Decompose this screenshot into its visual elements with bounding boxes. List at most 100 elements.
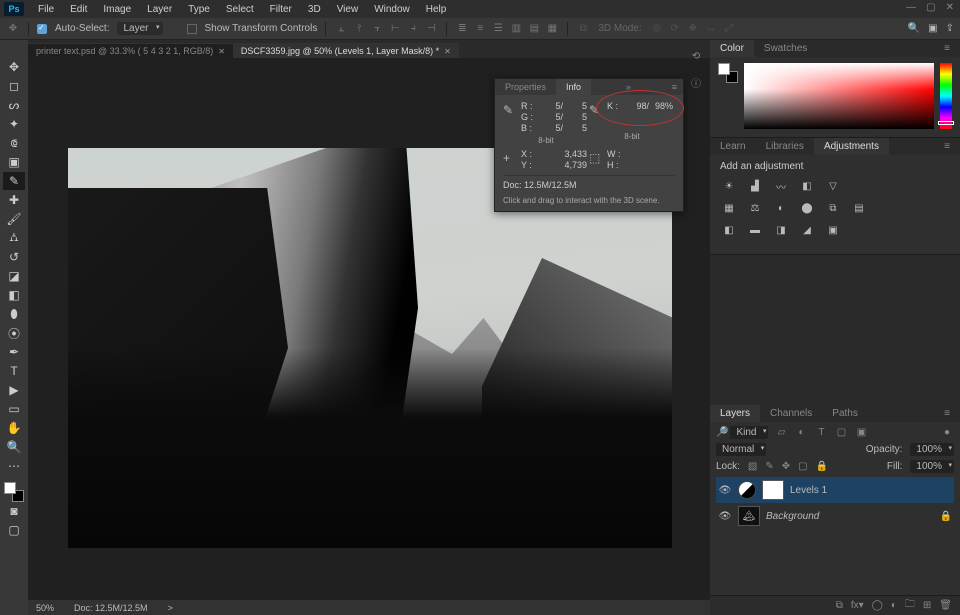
menu-filter[interactable]: Filter <box>262 2 300 17</box>
info-panel[interactable]: Properties Info » ≡ ✎ R :5/5 G :5/5 B :5… <box>494 78 684 212</box>
exposure-icon[interactable]: ◧ <box>798 178 816 194</box>
marquee-tool[interactable]: ◻ <box>3 77 25 95</box>
align-hcenter-icon[interactable]: ⫞ <box>406 22 420 36</box>
channel-mixer-icon[interactable]: ⧉ <box>824 200 842 216</box>
filter-smart-icon[interactable]: ▣ <box>854 427 868 439</box>
path-select-tool[interactable]: ▶ <box>3 381 25 399</box>
filter-adjust-icon[interactable]: ◐ <box>794 427 808 439</box>
align-top-icon[interactable]: ⫠ <box>334 22 348 36</box>
history-panel-icon[interactable]: ⟲ <box>685 46 707 66</box>
tab-swatches[interactable]: Swatches <box>754 40 817 57</box>
minimize-icon[interactable]: — <box>906 2 916 13</box>
auto-select-checkbox[interactable] <box>37 24 47 34</box>
tab-layers[interactable]: Layers <box>710 405 760 422</box>
posterize-icon[interactable]: ▬ <box>746 222 764 238</box>
invert-icon[interactable]: ◧ <box>720 222 738 238</box>
tab-adjustments[interactable]: Adjustments <box>814 138 889 155</box>
tab-dscf3359[interactable]: DSCF3359.jpg @ 50% (Levels 1, Layer Mask… <box>233 43 459 58</box>
layer-levels-1[interactable]: 👁 Levels 1 <box>716 477 954 503</box>
layer-mask-thumb[interactable] <box>762 480 784 500</box>
link-layers-icon[interactable]: ⧉ <box>836 600 843 611</box>
delete-icon[interactable]: 🗑 <box>939 600 952 611</box>
lock-all-icon[interactable]: 🔒 <box>816 461 828 472</box>
search-icon[interactable]: 🔍 <box>908 23 920 34</box>
menu-layer[interactable]: Layer <box>139 2 180 17</box>
filter-toggle-icon[interactable]: ● <box>940 427 954 439</box>
filter-pixel-icon[interactable]: ▱ <box>774 427 788 439</box>
close-icon[interactable]: ✕ <box>218 47 225 56</box>
hsl-icon[interactable]: ▦ <box>720 200 738 216</box>
gradient-tool[interactable]: ◧ <box>3 286 25 304</box>
align-vcenter-icon[interactable]: ⫯ <box>352 22 366 36</box>
layer-name[interactable]: Background <box>766 511 934 522</box>
blend-mode-select[interactable]: Normal <box>716 443 766 456</box>
lasso-tool[interactable]: ᔕ <box>3 96 25 114</box>
hue-slider[interactable] <box>940 63 952 129</box>
show-transform-checkbox[interactable] <box>187 24 197 34</box>
tab-printer-text[interactable]: printer text.psd @ 33.3% ( 5 4 3 2 1, RG… <box>28 43 233 58</box>
layer-background[interactable]: 👁 🏔 Background 🔒 <box>716 503 954 529</box>
bw-icon[interactable]: ◐ <box>772 200 790 216</box>
color-lookup-icon[interactable]: ▤ <box>850 200 868 216</box>
pen-tool[interactable]: ✒ <box>3 343 25 361</box>
brush-tool[interactable]: 🖌 <box>3 210 25 228</box>
new-group-icon[interactable]: 🗀 <box>905 597 915 614</box>
color-picker-field[interactable] <box>744 63 934 129</box>
doc-size[interactable]: Doc: 12.5M/12.5M <box>74 603 148 613</box>
info-panel-icon[interactable]: ⓘ <box>685 72 707 92</box>
more-tools[interactable]: ⋯ <box>3 457 25 475</box>
eraser-tool[interactable]: ◪ <box>3 267 25 285</box>
tab-paths[interactable]: Paths <box>822 405 868 422</box>
zoom-tool[interactable]: 🔍 <box>3 438 25 456</box>
shape-tool[interactable]: ▭ <box>3 400 25 418</box>
panel-collapse-icon[interactable]: » <box>620 79 637 95</box>
mask-icon[interactable]: ◯ <box>872 600 883 611</box>
fg-bg-swatches[interactable] <box>4 482 24 502</box>
maximize-icon[interactable]: ▢ <box>926 2 935 13</box>
lock-icon[interactable]: 🔒 <box>940 511 952 522</box>
selective-color-icon[interactable]: ▣ <box>824 222 842 238</box>
zoom-value[interactable]: 50% <box>36 603 54 613</box>
history-brush-tool[interactable]: ↺ <box>3 248 25 266</box>
tab-libraries[interactable]: Libraries <box>756 138 814 155</box>
type-tool[interactable]: T <box>3 362 25 380</box>
align-right-icon[interactable]: ⊣ <box>424 22 438 36</box>
screen-mode-icon[interactable]: ▢ <box>3 521 25 539</box>
threshold-icon[interactable]: ◨ <box>772 222 790 238</box>
fx-icon[interactable]: fx▾ <box>851 600 864 611</box>
blur-tool[interactable]: ⬮ <box>3 305 25 323</box>
new-layer-icon[interactable]: ⊞ <box>923 600 931 611</box>
close-icon[interactable]: ✕ <box>946 2 954 13</box>
dist-5-icon[interactable]: ▤ <box>527 22 541 36</box>
align-bottom-icon[interactable]: ⫟ <box>370 22 384 36</box>
color-balance-icon[interactable]: ⚖ <box>746 200 764 216</box>
menu-help[interactable]: Help <box>418 2 455 17</box>
align-left-icon[interactable]: ⊢ <box>388 22 402 36</box>
tab-properties[interactable]: Properties <box>495 79 556 95</box>
vibrance-icon[interactable]: ▽ <box>824 178 842 194</box>
auto-select-target[interactable]: Layer <box>117 22 162 35</box>
hand-tool[interactable]: ✋ <box>3 419 25 437</box>
panel-menu-icon[interactable]: ≡ <box>934 40 960 57</box>
share-icon[interactable]: ⇪ <box>946 23 954 34</box>
curves-icon[interactable]: 〰 <box>772 178 790 194</box>
layer-filter-kind[interactable]: 🔎Kind <box>716 426 768 439</box>
dodge-tool[interactable]: ⦿ <box>3 324 25 342</box>
dist-4-icon[interactable]: ▥ <box>509 22 523 36</box>
menu-window[interactable]: Window <box>366 2 418 17</box>
lock-position-icon[interactable]: ✥ <box>782 461 790 472</box>
opacity-value[interactable]: 100% <box>910 443 954 456</box>
stamp-tool[interactable]: ⛼ <box>3 229 25 247</box>
lock-artboard-icon[interactable]: ▢ <box>798 461 807 472</box>
workspaces-icon[interactable]: ▣ <box>928 23 937 34</box>
fill-value[interactable]: 100% <box>910 460 954 473</box>
lock-paint-icon[interactable]: ✎ <box>765 461 773 472</box>
menu-file[interactable]: File <box>30 2 62 17</box>
filter-shape-icon[interactable]: ▢ <box>834 427 848 439</box>
move-tool[interactable]: ✥ <box>3 58 25 76</box>
close-icon[interactable]: ✕ <box>444 47 451 56</box>
levels-icon[interactable]: ▟ <box>746 178 764 194</box>
frame-tool[interactable]: ▣ <box>3 153 25 171</box>
healing-tool[interactable]: ✚ <box>3 191 25 209</box>
brightness-icon[interactable]: ☀ <box>720 178 738 194</box>
